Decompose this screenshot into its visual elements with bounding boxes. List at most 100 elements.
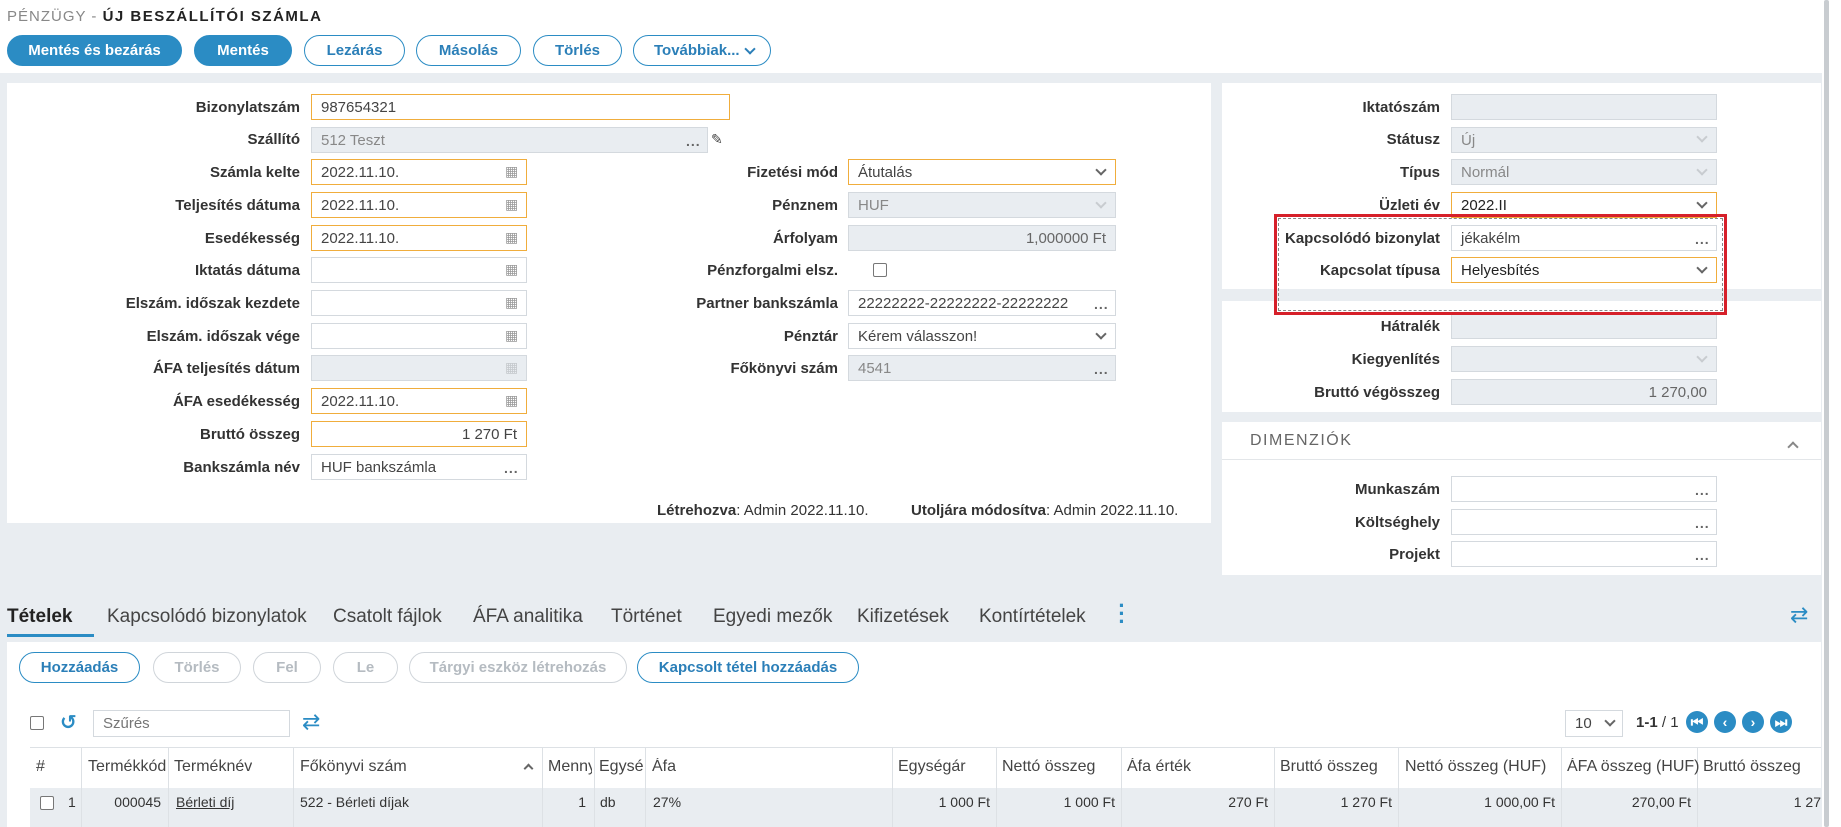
- column-divider: [1274, 747, 1275, 827]
- select-all-checkbox[interactable]: [30, 716, 44, 730]
- cell-net-huf: 1 000,00 Ft: [1484, 794, 1555, 810]
- calendar-icon[interactable]: ▦: [505, 196, 518, 213]
- cashbox-select[interactable]: Kérem válasszon!: [848, 323, 1116, 349]
- vat-due-input[interactable]: 2022.11.10.: [311, 388, 527, 414]
- modified-info: Utoljára módosítva: Admin 2022.11.10.: [911, 502, 1178, 519]
- filing-number-field: [1451, 94, 1717, 120]
- filter-input[interactable]: [93, 710, 290, 737]
- tab-items[interactable]: Tételek: [7, 606, 72, 628]
- col-header-gross-huf[interactable]: Bruttó összeg: [1703, 758, 1821, 776]
- filing-date-input[interactable]: [311, 257, 527, 283]
- more-dots-icon[interactable]: ...: [1094, 361, 1109, 377]
- col-header-vat[interactable]: Áfa: [652, 758, 676, 776]
- column-divider: [645, 747, 646, 827]
- scrollbar-thumb[interactable]: [1824, 0, 1829, 827]
- more-dots-icon[interactable]: ...: [1094, 296, 1109, 312]
- col-header-net-huf[interactable]: Nettó összeg (HUF): [1405, 758, 1546, 776]
- swap-icon[interactable]: ⇄: [1790, 602, 1808, 628]
- modified-value: : Admin 2022.11.10.: [1046, 502, 1179, 519]
- column-divider: [1121, 747, 1122, 827]
- more-dots-icon[interactable]: ...: [504, 460, 519, 476]
- partner-bank-field[interactable]: 22222222-22222222-22222222: [848, 290, 1116, 316]
- last-page-icon[interactable]: ⏭: [1770, 711, 1792, 733]
- cell-name-link[interactable]: Bérleti díj: [176, 794, 234, 810]
- period-end-label: Elszám. időszak vége: [146, 328, 300, 345]
- invoice-date-input[interactable]: 2022.11.10.: [311, 159, 527, 185]
- tab-vat-analytics[interactable]: ÁFA analitika: [473, 606, 583, 628]
- save-close-button[interactable]: Mentés és bezárás: [7, 35, 182, 66]
- col-header-code[interactable]: Termékkód: [88, 758, 166, 776]
- more-button[interactable]: Továbbiak...: [633, 35, 771, 66]
- col-header-unit[interactable]: Egység: [599, 758, 643, 776]
- calendar-icon[interactable]: ▦: [505, 229, 518, 246]
- modified-label: Utoljára módosítva: [911, 502, 1047, 519]
- ledger-field[interactable]: 4541: [848, 355, 1116, 381]
- copy-button[interactable]: Másolás: [416, 35, 521, 66]
- delete-button[interactable]: Törlés: [533, 35, 622, 66]
- add-linked-item-button[interactable]: Kapcsolt tétel hozzáadás: [637, 652, 859, 683]
- period-start-input[interactable]: [311, 290, 527, 316]
- invoice-number-input[interactable]: 987654321: [311, 94, 730, 120]
- add-item-button[interactable]: Hozzáadás: [19, 652, 140, 683]
- active-tab-indicator: [7, 634, 94, 637]
- create-asset-button: Tárgyi eszköz létrehozás: [409, 652, 627, 683]
- fulfillment-date-input[interactable]: 2022.11.10.: [311, 192, 527, 218]
- work-number-field[interactable]: [1451, 476, 1717, 502]
- tab-related-docs[interactable]: Kapcsolódó bizonylatok: [107, 606, 307, 628]
- ledger-label: Főkönyvi szám: [730, 360, 838, 377]
- col-header-vat-value[interactable]: Áfa érték: [1127, 758, 1191, 776]
- page-size-select[interactable]: 10: [1565, 710, 1623, 737]
- calendar-icon[interactable]: ▦: [505, 163, 518, 180]
- more-dots-icon[interactable]: ...: [1695, 515, 1710, 531]
- payment-method-select[interactable]: Átutalás: [848, 159, 1116, 185]
- bank-account-name-field[interactable]: HUF bankszámla: [311, 454, 527, 480]
- tab-postings[interactable]: Kontírtételek: [979, 606, 1086, 628]
- columns-swap-icon[interactable]: ⇄: [302, 709, 320, 735]
- due-date-input[interactable]: 2022.11.10.: [311, 225, 527, 251]
- refresh-icon[interactable]: ↺: [60, 710, 77, 735]
- calendar-icon[interactable]: ▦: [505, 392, 518, 409]
- more-dots-icon[interactable]: ...: [1695, 547, 1710, 563]
- col-header-gross[interactable]: Bruttó összeg: [1280, 758, 1378, 776]
- col-header-ledger[interactable]: Főkönyvi szám: [300, 758, 407, 776]
- cost-center-field[interactable]: [1451, 509, 1717, 535]
- tab-custom-fields[interactable]: Egyedi mezők: [713, 606, 832, 628]
- prev-page-icon[interactable]: ‹: [1714, 711, 1736, 733]
- kebab-menu-icon[interactable]: · · ·: [1118, 595, 1126, 633]
- project-field[interactable]: [1451, 541, 1717, 567]
- col-header-num[interactable]: #: [36, 758, 45, 776]
- tab-attachments[interactable]: Csatolt fájlok: [333, 606, 442, 628]
- edit-icon[interactable]: ✎: [711, 131, 723, 148]
- cash-accounting-checkbox[interactable]: [873, 263, 887, 277]
- more-dots-icon[interactable]: ...: [686, 133, 701, 149]
- module-name: PÉNZÜGY -: [7, 8, 98, 25]
- col-header-name[interactable]: Terméknév: [174, 758, 252, 776]
- row-checkbox[interactable]: [40, 796, 54, 810]
- more-dots-icon[interactable]: ...: [1695, 482, 1710, 498]
- period-end-input[interactable]: [311, 323, 527, 349]
- column-divider: [293, 747, 294, 827]
- col-header-qty[interactable]: Menny: [548, 758, 592, 776]
- calendar-icon[interactable]: ▦: [505, 327, 518, 344]
- col-header-vat-huf[interactable]: ÁFA összeg (HUF): [1567, 758, 1699, 776]
- first-page-icon[interactable]: ⏮: [1686, 711, 1708, 733]
- vat-fulfillment-label: ÁFA teljesítés dátum: [153, 360, 300, 377]
- payment-method-label: Fizetési mód: [747, 164, 838, 181]
- gross-amount-input[interactable]: 1 270 Ft: [311, 421, 527, 447]
- save-button[interactable]: Mentés: [194, 35, 292, 66]
- close-button[interactable]: Lezárás: [304, 35, 405, 66]
- cost-center-label: Költséghely: [1354, 514, 1440, 531]
- tab-history[interactable]: Történet: [611, 606, 682, 628]
- gross-total-field: 1 270,00: [1451, 379, 1717, 405]
- supplier-field[interactable]: 512 Teszt: [311, 127, 708, 153]
- calendar-icon[interactable]: ▦: [505, 294, 518, 311]
- exchange-rate-label: Árfolyam: [772, 230, 838, 247]
- invoice-number-label: Bizonylatszám: [195, 99, 300, 116]
- next-page-icon[interactable]: ›: [1742, 711, 1764, 733]
- type-select: Normál: [1451, 159, 1717, 185]
- col-header-net[interactable]: Nettó összeg: [1002, 758, 1095, 776]
- tab-payments[interactable]: Kifizetések: [857, 606, 949, 628]
- col-header-unit-price[interactable]: Egységár: [898, 758, 966, 776]
- exchange-rate-field: 1,000000 Ft: [848, 225, 1116, 251]
- calendar-icon[interactable]: ▦: [505, 261, 518, 278]
